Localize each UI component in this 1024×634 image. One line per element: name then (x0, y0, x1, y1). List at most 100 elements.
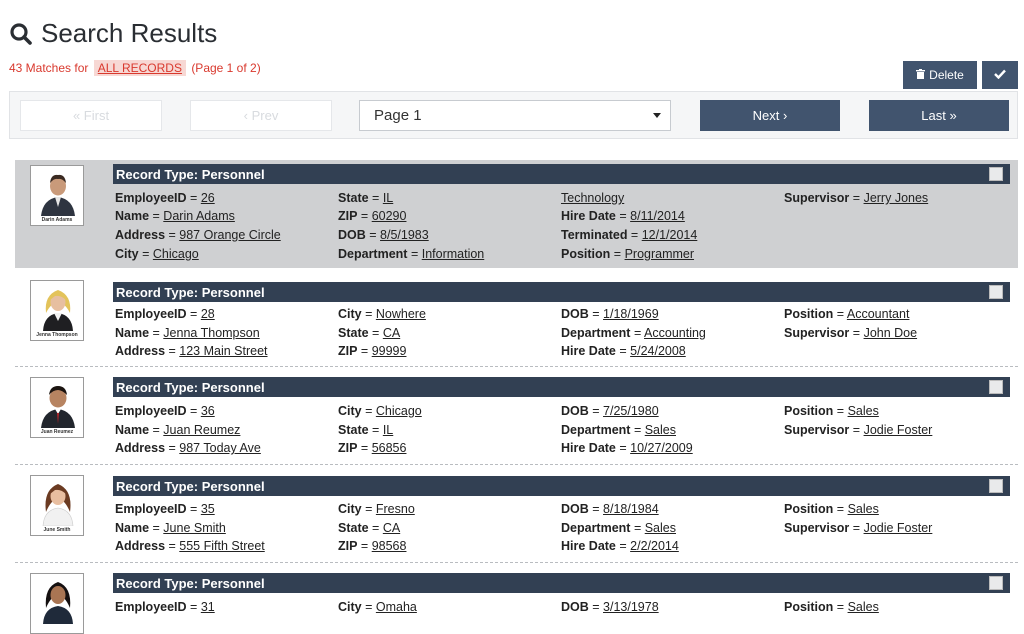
dob-link[interactable]: 8/18/1984 (603, 502, 659, 516)
page-title: Search Results (9, 18, 217, 49)
address-link[interactable]: 987 Orange Circle (179, 228, 280, 242)
hire-date-link[interactable]: 5/24/2008 (630, 344, 686, 358)
prev-page-button[interactable]: ‹ Prev (190, 100, 332, 131)
department-link[interactable]: Sales (645, 521, 676, 535)
position-field: Position = Programmer (561, 247, 695, 261)
state-link[interactable]: CA (383, 521, 400, 535)
trash-icon (916, 68, 926, 82)
match-query-link[interactable]: ALL RECORDS (93, 60, 186, 76)
address-link[interactable]: 555 Fifth Street (179, 539, 264, 553)
position-link[interactable]: Sales (848, 600, 879, 614)
record-type-header: Record Type: Personnel (113, 164, 1010, 184)
name-link[interactable]: Juan Reumez (163, 423, 240, 437)
state-link[interactable]: IL (383, 191, 393, 205)
zip-field: ZIP = 60290 (338, 209, 407, 223)
hire-date-link[interactable]: 2/2/2014 (630, 539, 679, 553)
employee-id-link[interactable]: 31 (201, 600, 215, 614)
record-checkbox[interactable] (989, 479, 1003, 493)
department-field: Department = Sales (561, 521, 676, 535)
department-continued-link[interactable]: Technology (561, 191, 624, 205)
position-link[interactable]: Accountant (847, 307, 910, 321)
name-link[interactable]: Darin Adams (163, 209, 235, 223)
supervisor-link[interactable]: John Doe (864, 326, 918, 340)
city-field: City = Chicago (338, 404, 422, 418)
state-link[interactable]: IL (383, 423, 393, 437)
record-type-label: Record Type: Personnel (116, 166, 265, 182)
page-select-value: Page 1 (374, 107, 422, 124)
avatar-caption: Darin Adams (41, 217, 73, 223)
record-row[interactable]: Record Type: Personnel EmployeeID = 31 C… (15, 571, 1018, 634)
name-link[interactable]: June Smith (163, 521, 226, 535)
first-page-button[interactable]: « First (20, 100, 162, 131)
supervisor-link[interactable]: Jerry Jones (864, 191, 929, 205)
hire-date-link[interactable]: 8/11/2014 (630, 209, 685, 223)
record-checkbox[interactable] (989, 380, 1003, 394)
record-type-header: Record Type: Personnel (113, 377, 1010, 397)
supervisor-link[interactable]: Jodie Foster (864, 521, 933, 535)
terminated-link[interactable]: 12/1/2014 (642, 228, 698, 242)
employee-id-field: EmployeeID = 35 (115, 502, 215, 516)
city-link[interactable]: Chicago (376, 404, 422, 418)
page-select[interactable]: Page 1 (359, 100, 671, 131)
record-type-header: Record Type: Personnel (113, 573, 1010, 593)
page-header: Search Results (9, 18, 217, 49)
address-link[interactable]: 987 Today Ave (179, 441, 261, 455)
confirm-button[interactable] (982, 61, 1018, 89)
dob-link[interactable]: 8/5/1983 (380, 228, 429, 242)
department-continued-field: Technology (561, 191, 624, 205)
city-link[interactable]: Omaha (376, 600, 417, 614)
city-field: City = Nowhere (338, 307, 426, 321)
avatar: Jenna Thompson (30, 280, 84, 341)
record-row[interactable]: June Smith Record Type: Personnel Employ… (15, 473, 1018, 563)
next-page-button[interactable]: Next › (700, 100, 840, 131)
match-summary: 43 Matches for ALL RECORDS (Page 1 of 2) (9, 60, 261, 76)
dob-link[interactable]: 3/13/1978 (603, 600, 659, 614)
hire-date-field: Hire Date = 10/27/2009 (561, 441, 693, 455)
record-row[interactable]: Jenna Thompson Record Type: Personnel Em… (15, 278, 1018, 367)
record-row[interactable]: Darin Adams Record Type: Personnel Emplo… (15, 160, 1018, 268)
zip-link[interactable]: 60290 (372, 209, 407, 223)
zip-field: ZIP = 56856 (338, 441, 407, 455)
record-checkbox[interactable] (989, 576, 1003, 590)
city-link[interactable]: Chicago (153, 247, 199, 261)
record-row[interactable]: Juan Reumez Record Type: Personnel Emplo… (15, 375, 1018, 465)
zip-link[interactable]: 98568 (372, 539, 407, 553)
employee-id-field: EmployeeID = 36 (115, 404, 215, 418)
position-field: Position = Sales (784, 502, 879, 516)
position-link[interactable]: Programmer (625, 247, 694, 261)
zip-field: ZIP = 99999 (338, 344, 407, 358)
name-field: Name = Juan Reumez (115, 423, 241, 437)
employee-id-link[interactable]: 26 (201, 191, 215, 205)
address-link[interactable]: 123 Main Street (179, 344, 267, 358)
dob-link[interactable]: 1/18/1969 (603, 307, 659, 321)
record-type-header: Record Type: Personnel (113, 476, 1010, 496)
supervisor-link[interactable]: Jodie Foster (864, 423, 933, 437)
city-link[interactable]: Nowhere (376, 307, 426, 321)
checkmark-icon (994, 68, 1006, 82)
last-page-button[interactable]: Last » (869, 100, 1009, 131)
employee-id-field: EmployeeID = 31 (115, 600, 215, 614)
employee-id-link[interactable]: 28 (201, 307, 215, 321)
state-field: State = IL (338, 191, 394, 205)
department-link[interactable]: Accounting (644, 326, 706, 340)
department-link[interactable]: Information (422, 247, 485, 261)
supervisor-field: Supervisor = John Doe (784, 326, 918, 340)
dob-field: DOB = 8/5/1983 (338, 228, 429, 242)
position-link[interactable]: Sales (848, 502, 879, 516)
department-field: Department = Sales (561, 423, 676, 437)
name-link[interactable]: Jenna Thompson (163, 326, 259, 340)
department-link[interactable]: Sales (645, 423, 676, 437)
delete-button[interactable]: Delete (903, 61, 977, 89)
zip-link[interactable]: 56856 (372, 441, 407, 455)
hire-date-link[interactable]: 10/27/2009 (630, 441, 693, 455)
employee-id-link[interactable]: 35 (201, 502, 215, 516)
zip-link[interactable]: 99999 (372, 344, 407, 358)
pagination-bar: « First ‹ Prev Page 1 Next › Last » (9, 91, 1018, 139)
record-checkbox[interactable] (989, 285, 1003, 299)
state-link[interactable]: CA (383, 326, 400, 340)
dob-link[interactable]: 7/25/1980 (603, 404, 659, 418)
city-link[interactable]: Fresno (376, 502, 415, 516)
position-link[interactable]: Sales (848, 404, 879, 418)
employee-id-link[interactable]: 36 (201, 404, 215, 418)
record-checkbox[interactable] (989, 167, 1003, 181)
